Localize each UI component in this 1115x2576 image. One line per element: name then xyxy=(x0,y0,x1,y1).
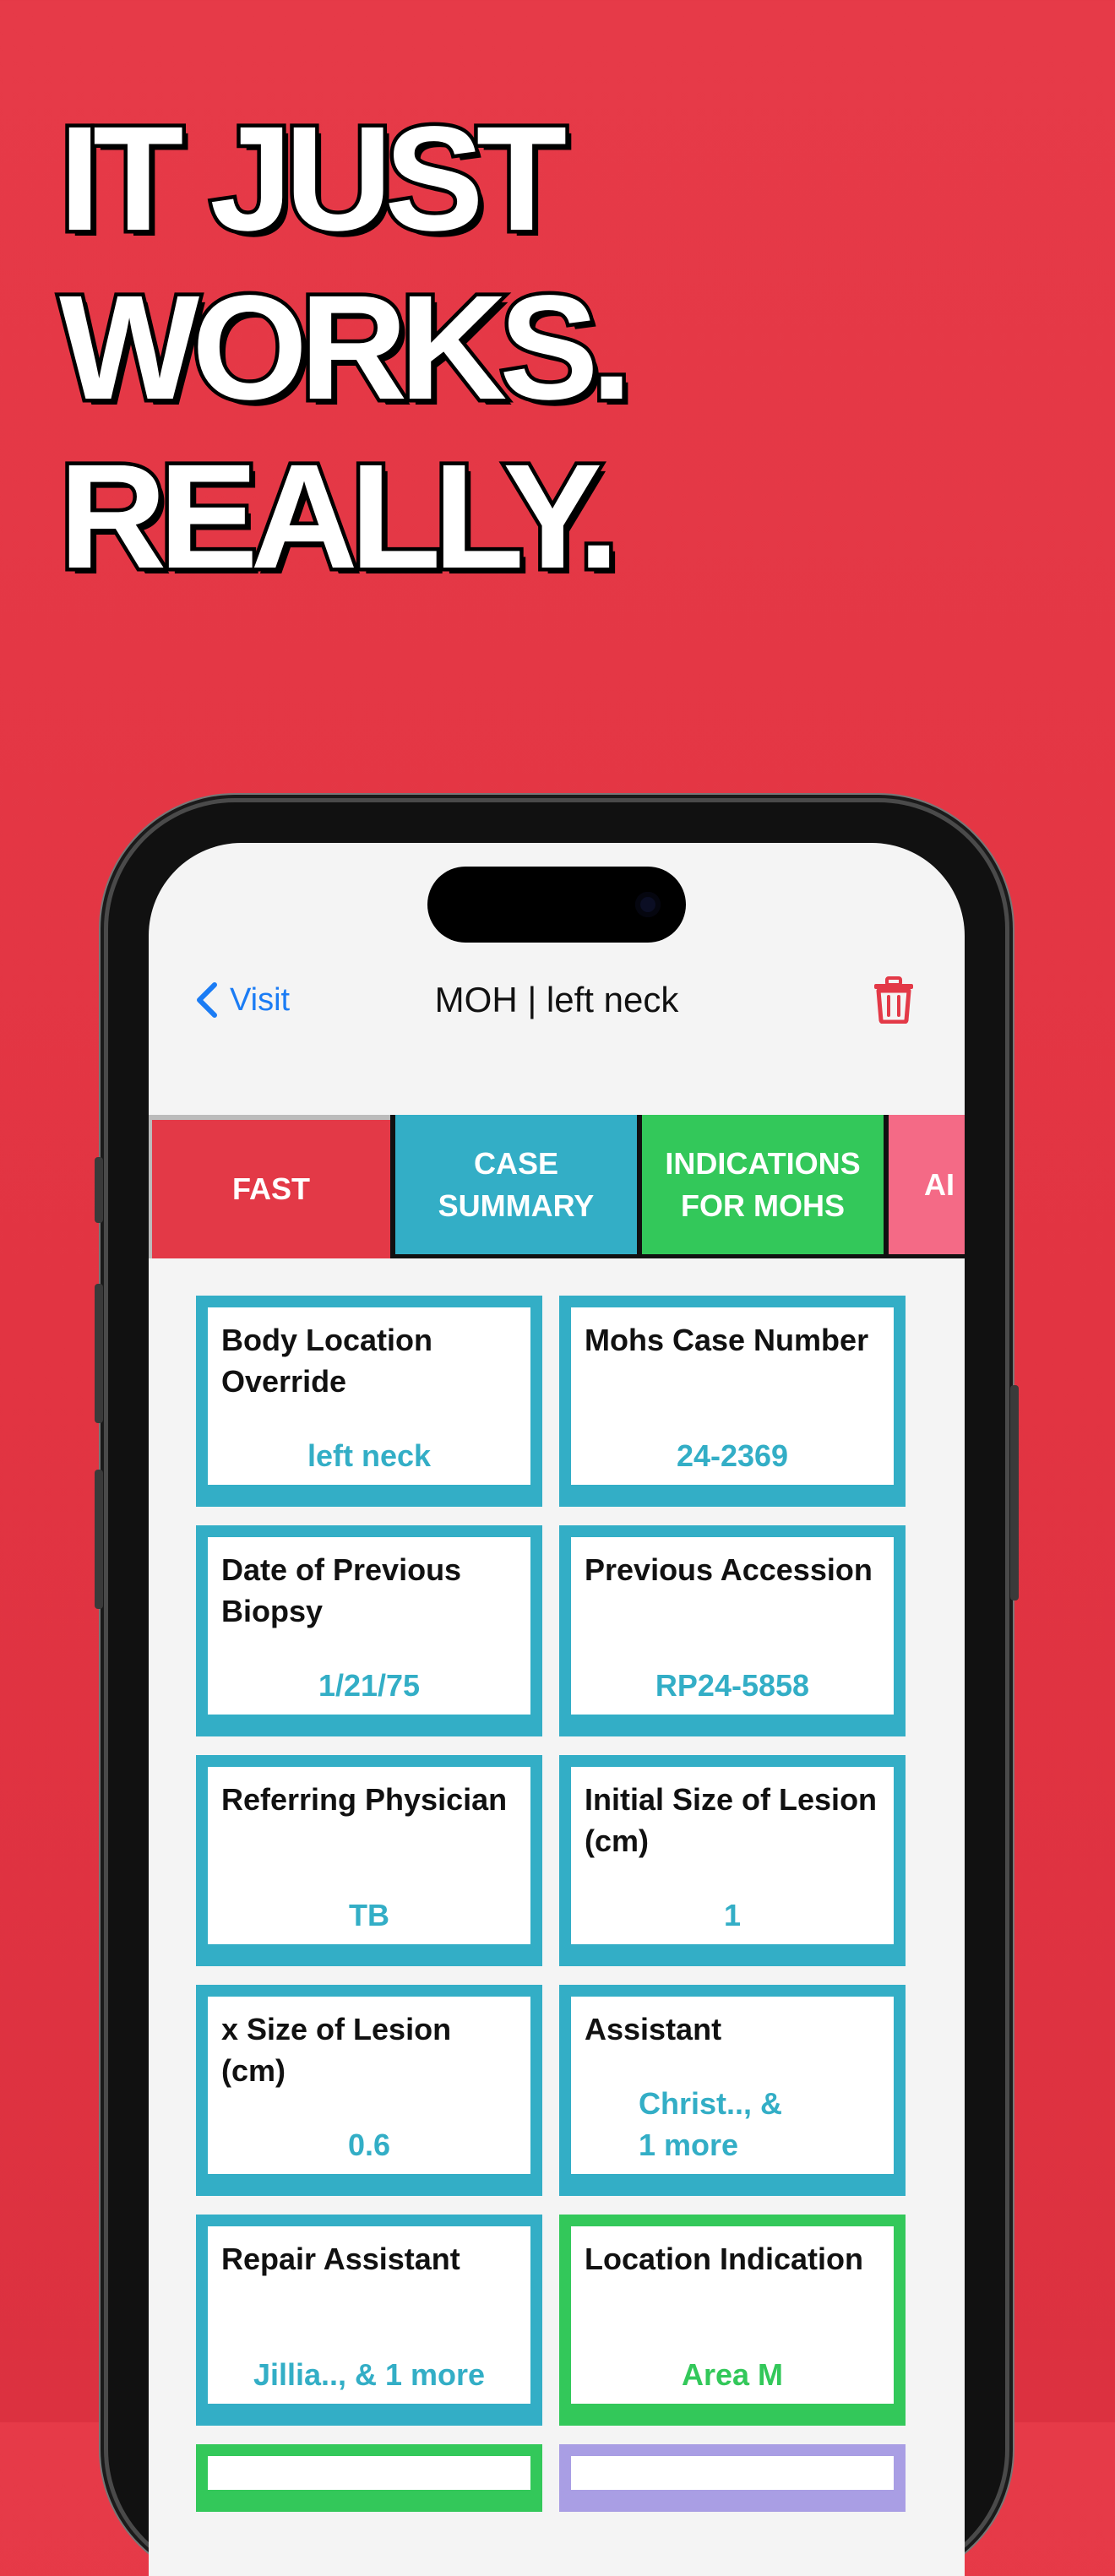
field-card-referring-physician[interactable]: Referring Physician TB xyxy=(196,1755,542,1966)
field-card-body-location-override[interactable]: Body Location Override left neck xyxy=(196,1296,542,1507)
dynamic-island xyxy=(427,867,686,943)
trash-icon[interactable] xyxy=(872,976,916,1024)
field-label: Body Location Override xyxy=(221,1323,432,1399)
field-card-mohs-case-number[interactable]: Mohs Case Number 24-2369 xyxy=(559,1296,906,1507)
field-label: Assistant xyxy=(585,2012,722,2046)
field-card-date-of-previous-biopsy[interactable]: Date of Previous Biopsy 1/21/75 xyxy=(196,1525,542,1736)
field-label: Repair Assistant xyxy=(221,2242,460,2276)
tab-case-summary[interactable]: CASE SUMMARY xyxy=(395,1115,637,1254)
field-label: Date of Previous Biopsy xyxy=(221,1552,462,1628)
field-card-repair-assistant[interactable]: Repair Assistant Jillia.., & 1 more xyxy=(196,2215,542,2426)
action-button xyxy=(95,1157,103,1223)
headline-line-1: IT JUST xyxy=(56,93,571,266)
headline-line-2: WORKS. xyxy=(56,262,637,435)
field-card-partial-green[interactable] xyxy=(196,2444,542,2512)
navigation-bar: Visit MOH | left neck xyxy=(149,970,965,1037)
field-label: Mohs Case Number xyxy=(585,1323,869,1357)
page-title: MOH | left neck xyxy=(434,980,679,1019)
field-value: 1 xyxy=(723,1898,742,1932)
phone-frame: Visit MOH | left neck FAST CASE SUMMARY … xyxy=(95,802,1019,2576)
field-value: TB xyxy=(349,1898,389,1932)
power-button xyxy=(1010,1385,1019,1600)
field-value: 24-2369 xyxy=(676,1438,789,1473)
tab-bar: FAST CASE SUMMARY INDICATIONS FOR MOHS A… xyxy=(149,1115,965,1258)
field-value: left neck xyxy=(307,1438,432,1473)
field-label: Location Indication xyxy=(585,2242,863,2276)
field-value: RP24-5858 xyxy=(655,1668,810,1703)
field-card-assistant[interactable]: Assistant Christ.., & 1 more xyxy=(559,1985,906,2196)
headline-line-3: REALLY. xyxy=(56,431,623,604)
field-value: Christ.., & 1 more xyxy=(639,2086,783,2162)
field-label: Referring Physician xyxy=(221,1782,508,1817)
tab-ai[interactable]: AI xyxy=(889,1115,965,1254)
field-card-location-indication[interactable]: Location Indication Area M xyxy=(559,2215,906,2426)
volume-down-button xyxy=(95,1470,103,1609)
field-card-x-size-of-lesion[interactable]: x Size of Lesion (cm) 0.6 xyxy=(196,1985,542,2196)
field-value: Area M xyxy=(681,2357,784,2392)
field-label: x Size of Lesion (cm) xyxy=(221,2012,452,2088)
field-grid: Body Location Override left neck Mohs Ca… xyxy=(196,1296,922,2512)
field-value: 1/21/75 xyxy=(318,1668,421,1703)
camera-icon xyxy=(635,892,661,917)
field-label: Initial Size of Lesion (cm) xyxy=(585,1782,878,1858)
phone-screen: Visit MOH | left neck FAST CASE SUMMARY … xyxy=(149,843,965,2576)
field-card-previous-accession[interactable]: Previous Accession RP24-5858 xyxy=(559,1525,906,1736)
field-card-partial-purple[interactable] xyxy=(559,2444,906,2512)
field-card-initial-size-of-lesion[interactable]: Initial Size of Lesion (cm) 1 xyxy=(559,1755,906,1966)
field-value: Jillia.., & 1 more xyxy=(253,2357,486,2392)
field-label: Previous Accession xyxy=(585,1552,873,1587)
volume-up-button xyxy=(95,1284,103,1423)
tab-fast[interactable]: FAST xyxy=(149,1115,390,1258)
tab-indications-for-mohs[interactable]: INDICATIONS FOR MOHS xyxy=(642,1115,884,1254)
field-value: 0.6 xyxy=(347,2128,391,2162)
headline: IT JUST WORKS. REALLY. xyxy=(56,93,637,604)
